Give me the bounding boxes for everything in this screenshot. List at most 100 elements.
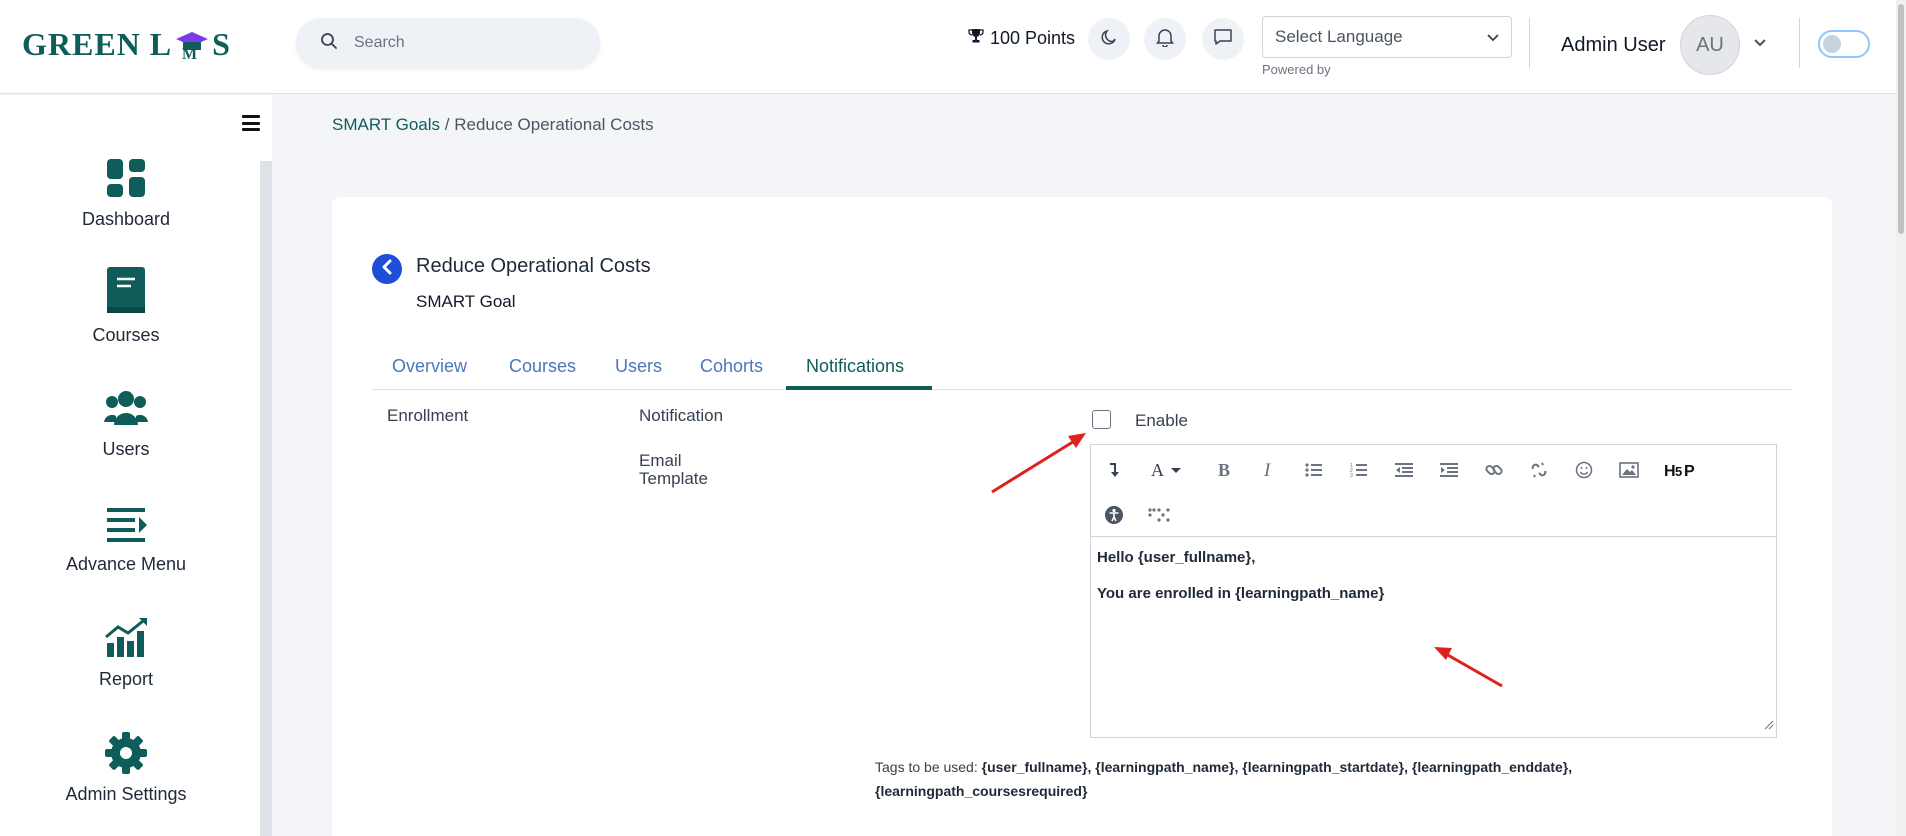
page-subtitle: SMART Goal (416, 292, 516, 311)
breadcrumb-current: Reduce Operational Costs (454, 115, 654, 134)
breadcrumb: SMART Goals / Reduce Operational Costs (332, 115, 654, 135)
svg-text:I: I (1263, 461, 1272, 479)
sidebar-scrollbar[interactable] (260, 161, 272, 836)
notification-label: Notification (639, 406, 724, 425)
chevron-down-icon (1487, 27, 1499, 47)
enrollment-section-label: Enrollment (387, 406, 469, 425)
sidebar-item-dashboard[interactable]: Dashboard (0, 155, 252, 230)
tab-courses[interactable]: Courses (509, 356, 576, 377)
back-button[interactable] (372, 254, 402, 284)
logo[interactable]: GREEN L M S (22, 26, 231, 63)
sidebar: Dashboard Courses Users Advance Menu Rep… (0, 95, 272, 836)
page-title: Reduce Operational Costs (416, 255, 651, 277)
sidebar-label-dashboard: Dashboard (81, 209, 171, 229)
braille-icon[interactable] (1146, 502, 1172, 528)
graduation-cap-icon: M (174, 30, 210, 63)
svg-text:H: H (1664, 463, 1676, 479)
svg-text:P: P (1684, 463, 1695, 479)
outdent-icon[interactable] (1391, 457, 1417, 483)
active-tab-indicator (786, 386, 932, 390)
chat-icon (1213, 28, 1233, 51)
search-input[interactable] (354, 34, 574, 52)
dark-mode-button[interactable] (1088, 18, 1130, 60)
avatar[interactable]: AU (1680, 15, 1740, 75)
sidebar-item-advance-menu[interactable]: Advance Menu (0, 500, 252, 575)
language-select-value: Select Language (1275, 27, 1403, 46)
header-divider (1529, 18, 1530, 68)
search-box[interactable] (296, 18, 600, 68)
tab-users[interactable]: Users (615, 356, 662, 377)
sidebar-label-admin-settings: Admin Settings (65, 784, 187, 804)
sidebar-label-report: Report (98, 669, 154, 689)
undo-arrow-icon[interactable] (1101, 457, 1127, 483)
bell-icon (1156, 27, 1174, 52)
logo-text-left: GREEN L (22, 26, 173, 62)
sidebar-item-admin-settings[interactable]: Admin Settings (0, 730, 252, 805)
tags-list: {user_fullname}, {learningpath_name}, {l… (875, 759, 1573, 799)
sidebar-item-users[interactable]: Users (0, 385, 252, 460)
tab-cohorts[interactable]: Cohorts (700, 356, 763, 377)
avatar-initials: AU (1696, 33, 1724, 56)
tab-bar: Overview Courses Users Cohorts Notificat… (372, 352, 1792, 390)
tags-help-text: Tags to be used: {user_fullname}, {learn… (875, 755, 1635, 803)
sidebar-label-advance-menu: Advance Menu (65, 554, 187, 574)
svg-text:5: 5 (1675, 464, 1682, 479)
enable-checkbox[interactable] (1092, 410, 1111, 429)
svg-text:3: 3 (1350, 473, 1353, 478)
indent-icon[interactable] (1436, 457, 1462, 483)
search-icon (320, 32, 338, 55)
image-icon[interactable] (1616, 457, 1642, 483)
book-icon (103, 265, 149, 317)
moon-icon (1100, 28, 1118, 51)
link-icon[interactable] (1481, 457, 1507, 483)
emoji-icon[interactable] (1571, 457, 1597, 483)
menu-list-icon (103, 500, 149, 546)
editor-toolbar: A B I 123 H5P (1091, 445, 1776, 537)
messages-button[interactable] (1202, 18, 1244, 60)
trophy-icon (968, 28, 984, 49)
bold-icon[interactable]: B (1211, 457, 1237, 483)
page-scrollbar[interactable] (1896, 0, 1906, 836)
powered-by: Powered by (1262, 62, 1331, 77)
tab-overview[interactable]: Overview (392, 356, 467, 377)
users-icon (103, 385, 149, 431)
email-template-label: Email Template (639, 451, 708, 488)
tab-notifications[interactable]: Notifications (806, 356, 904, 377)
language-select[interactable]: Select Language (1262, 16, 1512, 58)
points-value: 100 Points (990, 28, 1076, 48)
svg-text:B: B (1218, 461, 1230, 479)
hamburger-menu-icon[interactable] (242, 115, 260, 131)
notifications-button[interactable] (1144, 18, 1186, 60)
svg-text:A: A (1151, 461, 1164, 479)
user-menu-chevron-icon[interactable] (1754, 34, 1766, 52)
points-display: 100 Points (968, 28, 1075, 49)
header-divider-2 (1799, 18, 1800, 68)
editor-line-greeting: Hello {user_fullname}, (1097, 549, 1256, 566)
theme-toggle[interactable] (1818, 30, 1870, 58)
editor-content[interactable]: Hello {user_fullname}, You are enrolled … (1091, 537, 1776, 633)
sidebar-item-courses[interactable]: Courses (0, 265, 252, 346)
email-template-editor[interactable]: A B I 123 H5P Hello {user_fullname}, You… (1090, 444, 1777, 738)
sidebar-item-report[interactable]: Report (0, 615, 252, 690)
chevron-left-icon (380, 259, 394, 280)
italic-icon[interactable]: I (1256, 457, 1282, 483)
enable-label: Enable (1135, 411, 1188, 430)
breadcrumb-root-link[interactable]: SMART Goals (332, 115, 440, 134)
top-header: GREEN L M S 100 Points (0, 0, 1906, 94)
h5p-icon[interactable]: H5P (1663, 457, 1697, 483)
resize-handle-icon[interactable] (1764, 717, 1774, 735)
chart-growth-icon (103, 615, 149, 661)
user-name[interactable]: Admin User (1561, 34, 1665, 57)
accessibility-icon[interactable] (1101, 502, 1127, 528)
page-scrollbar-thumb[interactable] (1898, 4, 1904, 234)
bullet-list-icon[interactable] (1301, 457, 1327, 483)
breadcrumb-separator: / (444, 115, 450, 134)
font-size-icon[interactable]: A (1149, 457, 1189, 483)
logo-text-right: S (212, 26, 231, 62)
unlink-icon[interactable] (1526, 457, 1552, 483)
editor-line-enrolled: You are enrolled in {learningpath_name} (1097, 585, 1385, 602)
sidebar-label-courses: Courses (92, 325, 160, 345)
dashboard-icon (103, 155, 149, 201)
svg-text:M: M (182, 46, 198, 60)
numbered-list-icon[interactable]: 123 (1346, 457, 1372, 483)
